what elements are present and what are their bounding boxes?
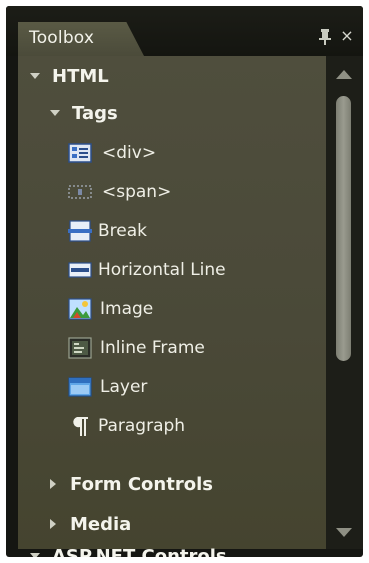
toolbox-item-label: <span> [102, 182, 172, 202]
toolbox-item-horizontal-line[interactable]: Horizontal Line [68, 254, 226, 286]
toolbox-item-label: Layer [100, 377, 148, 397]
collapse-arrow-icon[interactable] [30, 553, 40, 557]
collapse-arrow-icon[interactable] [50, 110, 60, 116]
category-label: Tags [72, 102, 118, 124]
paragraph-icon [68, 415, 92, 437]
toolbox-item-label: <div> [102, 143, 157, 163]
category-media[interactable]: Media [50, 508, 131, 540]
toolbox-item-label: Paragraph [98, 416, 186, 436]
div-icon [68, 142, 92, 164]
toolbox-titlebar: Toolbox × [6, 6, 363, 56]
scroll-down-arrow-icon[interactable] [336, 528, 352, 537]
toolbox-item-label: Horizontal Line [98, 260, 226, 280]
scroll-up-arrow-icon[interactable] [336, 70, 352, 79]
scrollbar-thumb[interactable] [336, 96, 351, 361]
break-icon [68, 220, 92, 242]
category-form-controls[interactable]: Form Controls [50, 468, 213, 500]
category-label: Media [70, 513, 132, 535]
category-asp-net-controls[interactable]: ASP.NET Controls [30, 540, 227, 557]
toolbox-item-div[interactable]: <div> [68, 137, 156, 169]
layer-icon [68, 376, 92, 398]
toolbox-panel: Toolbox × HTML Tags <div> <span> Break H… [6, 6, 363, 557]
toolbox-item-image[interactable]: Image [68, 293, 153, 325]
toolbox-item-label: Image [100, 299, 154, 319]
category-label: HTML [52, 65, 109, 87]
horizontal-line-icon [68, 259, 92, 281]
image-icon [68, 298, 92, 320]
collapse-arrow-icon[interactable] [30, 73, 40, 79]
category-label: Form Controls [70, 473, 213, 495]
expand-arrow-icon[interactable] [50, 519, 56, 529]
pin-icon[interactable] [317, 28, 333, 46]
category-label: ASP.NET Controls [52, 545, 227, 558]
vertical-scrollbar[interactable] [326, 56, 363, 549]
toolbox-item-paragraph[interactable]: Paragraph [68, 410, 185, 442]
span-icon [68, 181, 92, 203]
inline-frame-icon [68, 337, 92, 359]
toolbox-item-label: Break [98, 221, 147, 241]
toolbox-item-layer[interactable]: Layer [68, 371, 147, 403]
toolbox-item-inline-frame[interactable]: Inline Frame [68, 332, 205, 364]
toolbox-item-break[interactable]: Break [68, 215, 147, 247]
toolbox-title: Toolbox [29, 28, 95, 48]
toolbox-item-span[interactable]: <span> [68, 176, 171, 208]
toolbox-tab[interactable]: Toolbox [18, 22, 144, 56]
category-tags[interactable]: Tags [50, 97, 118, 129]
expand-arrow-icon[interactable] [50, 479, 56, 489]
toolbox-tree: HTML Tags <div> <span> Break Horizontal … [18, 56, 326, 557]
toolbox-item-label: Inline Frame [100, 338, 205, 358]
close-icon[interactable]: × [339, 27, 355, 45]
category-html[interactable]: HTML [30, 60, 109, 92]
